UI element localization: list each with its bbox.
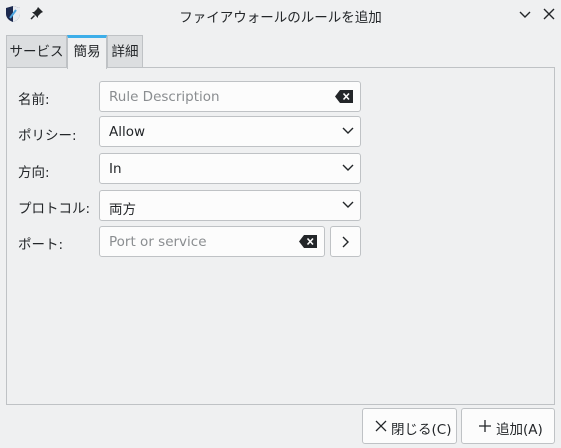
clear-text-icon[interactable] xyxy=(299,235,317,248)
name-label: 名前: xyxy=(18,92,50,108)
name-placeholder: Rule Description xyxy=(109,89,220,105)
port-input[interactable]: Port or service xyxy=(99,226,325,257)
window-title: ファイアウォールのルールを追加 xyxy=(179,10,382,26)
name-input[interactable]: Rule Description xyxy=(99,81,361,112)
chevron-down-icon xyxy=(342,127,354,134)
chevron-down-icon xyxy=(342,201,354,208)
direction-value: In xyxy=(109,161,122,177)
direction-select[interactable]: In xyxy=(99,153,361,184)
tab-advanced[interactable]: 詳細 xyxy=(107,35,143,67)
chevron-right-icon xyxy=(342,236,349,248)
add-button-label: 追加(A) xyxy=(496,422,543,438)
port-label: ポート: xyxy=(18,237,64,253)
chevron-down-icon xyxy=(342,164,354,171)
policy-label: ポリシー: xyxy=(18,128,77,144)
policy-select[interactable]: Allow xyxy=(99,116,361,147)
add-button[interactable]: 追加(A) xyxy=(461,408,555,444)
direction-label: 方向: xyxy=(18,165,50,181)
protocol-select[interactable]: 両方 xyxy=(99,190,361,221)
minimize-chevron-icon[interactable] xyxy=(518,7,532,21)
tab-services[interactable]: サービス xyxy=(6,35,67,67)
clear-text-icon[interactable] xyxy=(335,90,353,103)
close-icon[interactable] xyxy=(542,7,556,21)
close-button-label: 閉じる(C) xyxy=(391,422,452,438)
title-bar: ファイアウォールのルールを追加 xyxy=(0,0,561,30)
plus-icon xyxy=(479,420,491,432)
close-icon xyxy=(375,420,387,432)
port-expand-button[interactable] xyxy=(330,226,361,257)
policy-value: Allow xyxy=(109,124,146,140)
protocol-value: 両方 xyxy=(109,202,136,218)
protocol-label: プロトコル: xyxy=(18,201,91,217)
close-button[interactable]: 閉じる(C) xyxy=(362,408,457,444)
tab-simple[interactable]: 簡易 xyxy=(67,35,107,69)
port-placeholder: Port or service xyxy=(109,234,207,250)
